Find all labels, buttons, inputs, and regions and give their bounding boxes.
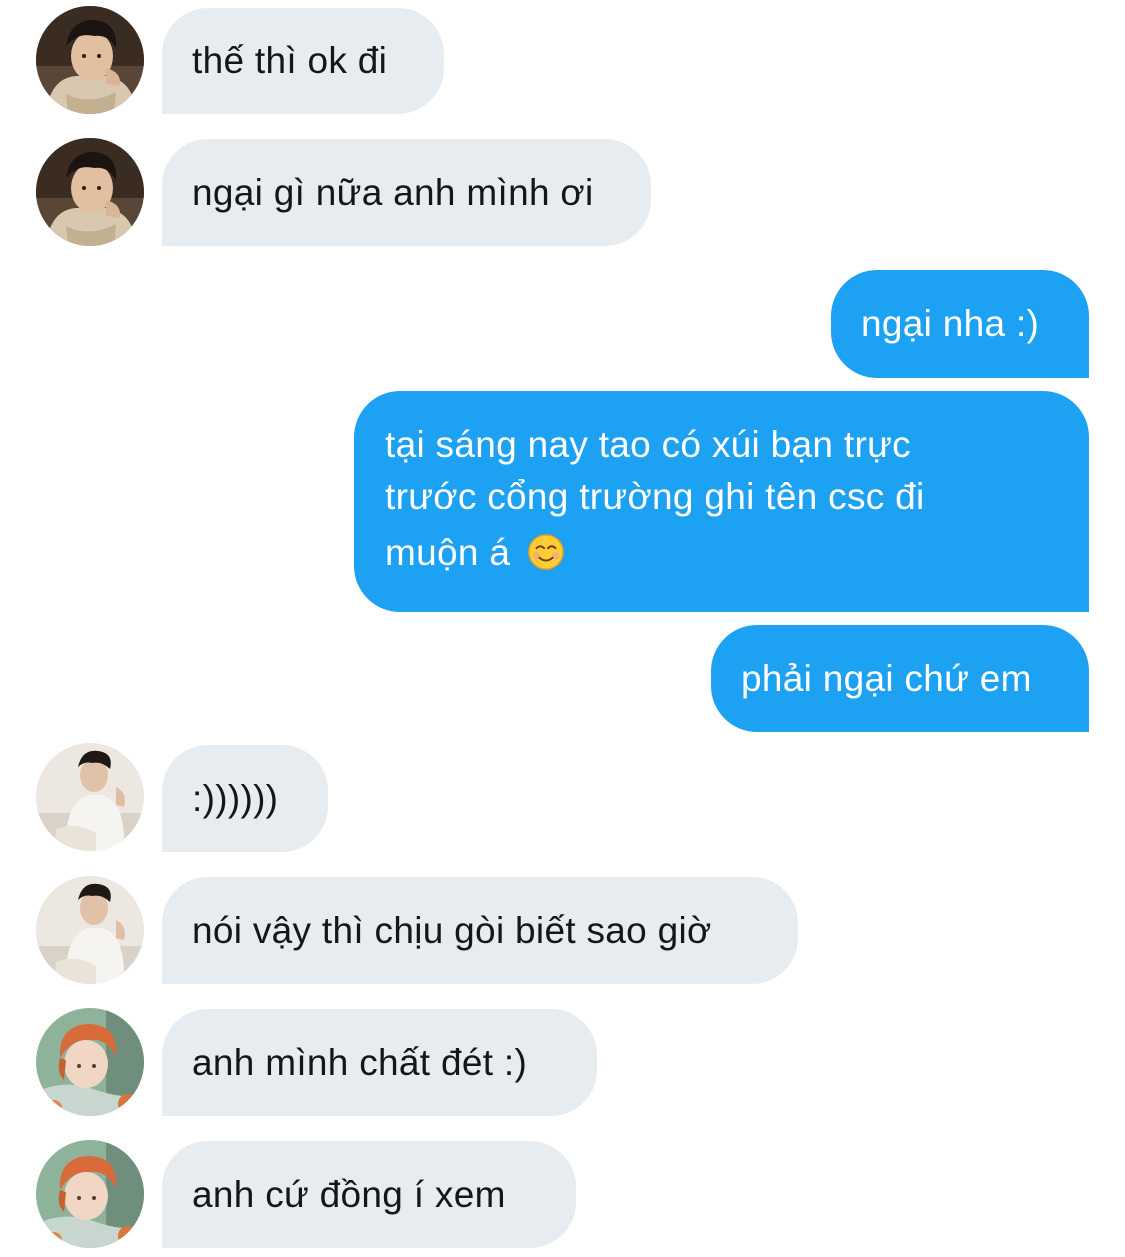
avatar-image — [36, 1008, 144, 1116]
sender-avatar[interactable] — [36, 1140, 144, 1248]
avatar-image — [36, 6, 144, 114]
sender-avatar[interactable] — [36, 138, 144, 246]
avatar-image — [36, 876, 144, 984]
message-bubble-outgoing[interactable]: phải ngại chứ em — [711, 625, 1089, 732]
avatar-image — [36, 1140, 144, 1248]
sender-avatar[interactable] — [36, 743, 144, 851]
message-text: thế thì ok đi — [192, 40, 388, 81]
sender-avatar[interactable] — [36, 6, 144, 114]
message-text: ngại gì nữa anh mình ơi — [192, 171, 594, 213]
message-text: ngại nha :) — [861, 303, 1040, 344]
message-text: phải ngại chứ em — [741, 657, 1032, 699]
message-text: anh mình chất đét :) — [192, 1041, 528, 1083]
message-text: anh cứ đồng í xem — [192, 1173, 506, 1215]
message-bubble-incoming[interactable]: anh cứ đồng í xem — [162, 1141, 576, 1248]
sender-avatar[interactable] — [36, 876, 144, 984]
message-text: :)))))) — [192, 777, 279, 819]
avatar-image — [36, 138, 144, 246]
message-bubble-incoming[interactable]: ngại gì nữa anh mình ơi — [162, 139, 651, 246]
sender-avatar[interactable] — [36, 1008, 144, 1116]
message-text: nói vậy thì chịu gòi biết sao giờ — [192, 909, 712, 951]
message-text-line: muộn á — [385, 527, 1059, 579]
message-text-line: trước cổng trường ghi tên csc đi — [385, 476, 925, 517]
message-text-line: tại sáng nay tao có xúi bạn trực — [385, 424, 911, 465]
message-bubble-outgoing[interactable]: ngại nha :) — [831, 270, 1089, 378]
smiling-face-emoji-icon — [528, 534, 564, 570]
message-text: muộn á — [385, 532, 511, 573]
message-bubble-incoming[interactable]: nói vậy thì chịu gòi biết sao giờ — [162, 877, 798, 984]
message-bubble-incoming[interactable]: :)))))) — [162, 745, 328, 852]
message-bubble-outgoing[interactable]: tại sáng nay tao có xúi bạn trực trước c… — [354, 391, 1089, 612]
message-bubble-incoming[interactable]: anh mình chất đét :) — [162, 1009, 597, 1116]
message-bubble-incoming[interactable]: thế thì ok đi — [162, 8, 444, 114]
avatar-image — [36, 743, 144, 851]
